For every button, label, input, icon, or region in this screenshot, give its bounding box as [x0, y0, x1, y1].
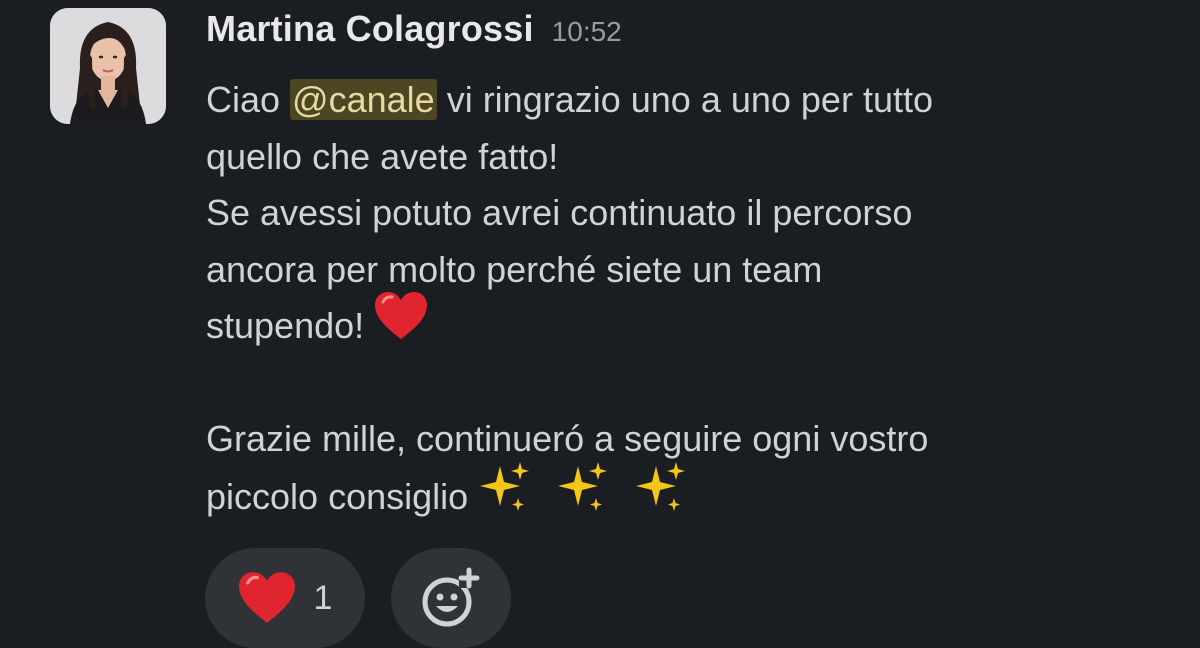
- message-header: Martina Colagrossi 10:52: [206, 8, 622, 64]
- author-name[interactable]: Martina Colagrossi: [206, 8, 534, 50]
- sparkles-emoji: [634, 460, 688, 531]
- message-line: quello che avete fatto!: [206, 135, 559, 177]
- message-line: piccolo consiglio: [206, 461, 1166, 525]
- mention-channel[interactable]: @canale: [290, 79, 437, 120]
- reactions-bar: 1: [205, 548, 511, 648]
- heart-emoji: [374, 291, 428, 358]
- add-reaction-button[interactable]: [391, 548, 511, 648]
- heart-icon: [238, 571, 296, 625]
- avatar-image: [50, 8, 166, 124]
- text-segment: piccolo consiglio: [206, 475, 479, 517]
- message-line: ancora per molto perché siete un team: [206, 248, 823, 290]
- timestamp[interactable]: 10:52: [552, 16, 622, 48]
- message-line: stupendo!: [206, 292, 1166, 355]
- reaction-heart[interactable]: 1: [205, 548, 365, 648]
- text-segment: vi ringrazio uno a uno per tutto: [436, 79, 933, 120]
- message-line: Ciao @canale vi ringrazio uno a uno per …: [206, 72, 1166, 129]
- message: Martina Colagrossi 10:52 Ciao @canale vi…: [0, 0, 1200, 648]
- message-body: Ciao @canale vi ringrazio uno a uno per …: [206, 72, 1166, 524]
- reaction-count: 1: [313, 578, 333, 617]
- text-segment: Ciao: [206, 79, 291, 120]
- sparkles-emoji: [478, 460, 532, 531]
- avatar[interactable]: [50, 8, 166, 124]
- message-line: Se avessi potuto avrei continuato il per…: [206, 192, 913, 233]
- sparkles-emoji: [556, 460, 610, 531]
- text-segment: stupendo!: [206, 305, 375, 346]
- add-reaction-icon: [419, 566, 483, 630]
